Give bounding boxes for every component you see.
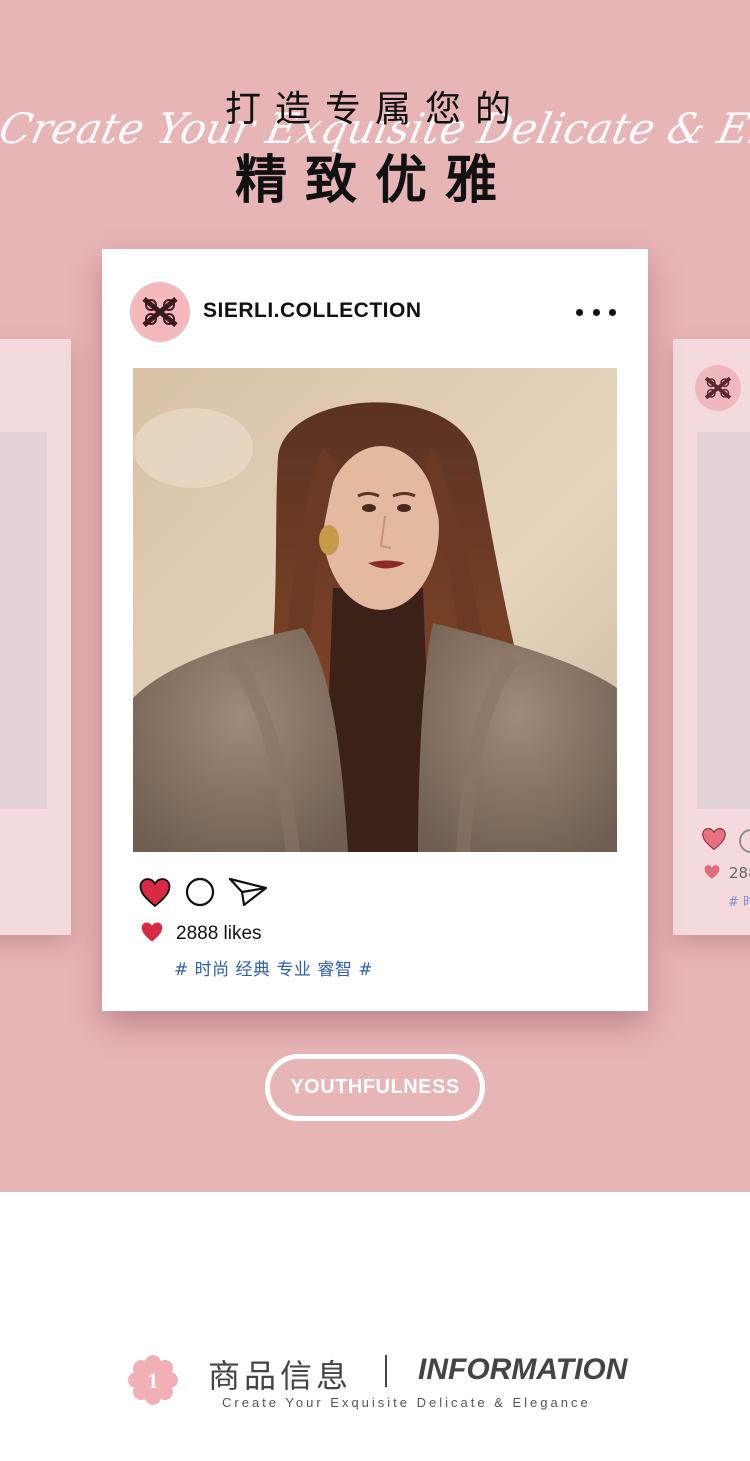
flower-number-badge: 1 [128, 1355, 178, 1405]
likes-row: 2888 likes [140, 921, 262, 947]
post-hashtags[interactable]: # 时尚 经典 专业 睿智 # [174, 955, 373, 980]
heart-icon [140, 921, 164, 947]
comment-circle-icon[interactable] [184, 876, 216, 908]
side-likes-text: 288 [729, 864, 750, 882]
post-card: SIERLI.COLLECTION 2888 likes # 时尚 经典 专业 … [102, 249, 648, 1011]
side-card-image-placeholder [697, 432, 750, 809]
hero-title-line1: 打造专属您的 [224, 89, 525, 130]
side-tags-text: # 时 [728, 895, 750, 910]
info-title-en: INFORMATION [418, 1353, 628, 1386]
youthfulness-button[interactable]: YOUTHFULNESS [265, 1054, 485, 1121]
info-divider [385, 1355, 387, 1387]
more-dots-icon[interactable] [576, 301, 616, 323]
hero-banner: 打造专属您的 Create Your Exquisite Delicate & … [0, 0, 750, 1192]
heart-icon [701, 827, 727, 858]
side-card-left [0, 339, 71, 935]
sierli-logo-icon[interactable] [130, 282, 190, 342]
heart-icon [703, 864, 721, 884]
side-card-image-placeholder [0, 432, 47, 809]
info-title-cn: 商品信息 [208, 1357, 353, 1395]
send-icon[interactable] [228, 876, 268, 908]
post-photo [133, 368, 617, 852]
sierli-logo-icon [695, 365, 741, 411]
info-subtitle: Create Your Exquisite Delicate & Eleganc… [222, 1395, 591, 1410]
likes-count[interactable]: 2888 likes [176, 923, 262, 945]
post-actions [138, 875, 280, 909]
info-section-header: 1 商品信息 INFORMATION Create Your Exquisite… [0, 1192, 750, 1461]
post-username[interactable]: SIERLI.COLLECTION [203, 299, 422, 323]
info-number: 1 [148, 1368, 159, 1393]
side-card-right: 288 # 时 [673, 339, 750, 935]
comment-circle-icon [739, 829, 750, 853]
heart-icon[interactable] [138, 877, 172, 908]
hero-title-line2: 精致优雅 [234, 151, 515, 211]
